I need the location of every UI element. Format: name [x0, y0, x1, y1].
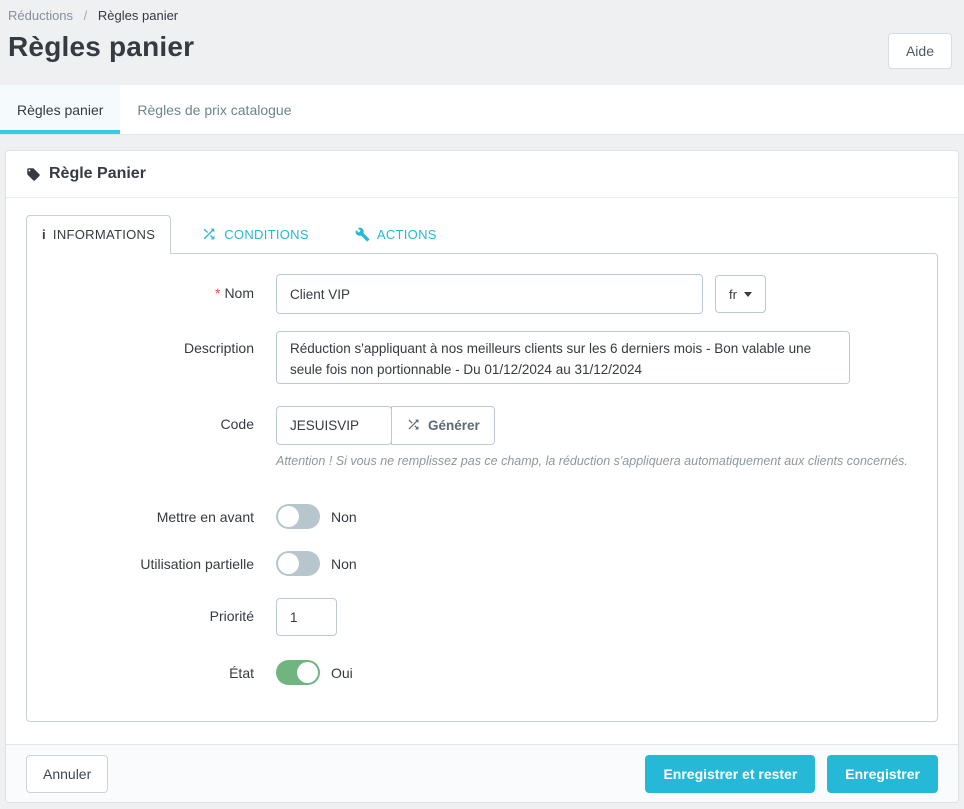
- save-and-stay-button[interactable]: Enregistrer et rester: [645, 754, 816, 793]
- generate-shuffle-icon: [406, 417, 421, 435]
- caret-down-icon: [743, 291, 752, 297]
- card-header: Règle Panier: [6, 151, 958, 198]
- highlight-label: Mettre en avant: [156, 508, 254, 525]
- highlight-state: Non: [331, 508, 357, 525]
- form-tab-actions-label: ACTIONS: [376, 227, 437, 242]
- language-dropdown[interactable]: fr: [715, 275, 766, 313]
- panel-title: Règle Panier: [49, 165, 146, 182]
- page-header: Réductions / Règles panier Règles panier…: [0, 0, 964, 69]
- status-label: État: [229, 664, 254, 681]
- info-icon: i: [42, 227, 46, 242]
- description-label: Description: [183, 340, 254, 356]
- status-state: Oui: [331, 664, 353, 681]
- name-label: * Nom: [214, 285, 254, 301]
- form-tab-informations[interactable]: i INFORMATIONS: [26, 215, 172, 254]
- save-button[interactable]: Enregistrer: [827, 754, 938, 793]
- tab-regles-prix-catalogue[interactable]: Règles de prix catalogue: [120, 85, 308, 134]
- form-tab-conditions-label: CONDITIONS: [224, 226, 309, 242]
- shuffle-icon: [201, 226, 217, 242]
- partial-use-state: Non: [331, 555, 357, 572]
- card-footer: Annuler Enregistrer et rester Enregistre…: [6, 744, 958, 802]
- tab-regles-prix-catalogue-label: Règles de prix catalogue: [137, 101, 292, 118]
- page-tab-bar: Règles panier Règles de prix catalogue: [0, 85, 964, 135]
- form-tab-bar: i INFORMATIONS CONDITIONS ACTIONS: [26, 214, 938, 254]
- code-label: Code: [220, 416, 254, 432]
- breadcrumb-separator: /: [83, 8, 88, 23]
- breadcrumb: Réductions / Règles panier: [8, 8, 952, 23]
- partial-use-label: Utilisation partielle: [140, 555, 254, 572]
- form-tab-conditions[interactable]: CONDITIONS: [185, 214, 325, 253]
- priority-label: Priorité: [209, 608, 254, 624]
- form-tab-actions[interactable]: ACTIONS: [339, 215, 453, 253]
- highlight-toggle[interactable]: [276, 504, 320, 529]
- cart-rule-card: Règle Panier i INFORMATIONS CONDITIONS A…: [5, 150, 959, 803]
- card-body: i INFORMATIONS CONDITIONS ACTIONS *Nom: [6, 198, 958, 744]
- generate-button[interactable]: Générer: [391, 406, 495, 445]
- description-textarea[interactable]: Réduction s'appliquant à nos meilleurs c…: [276, 331, 850, 384]
- priority-input[interactable]: [276, 598, 337, 636]
- status-toggle[interactable]: [276, 660, 320, 685]
- form-tab-informations-label: INFORMATIONS: [52, 227, 156, 242]
- help-button[interactable]: Aide: [887, 33, 952, 69]
- code-input[interactable]: [276, 406, 392, 445]
- breadcrumb-parent[interactable]: Réductions: [8, 8, 73, 23]
- name-input[interactable]: [276, 274, 703, 314]
- code-help-text: Attention ! Si vous ne remplissez pas ce…: [276, 454, 908, 468]
- tag-icon: [26, 167, 41, 182]
- tab-regles-panier[interactable]: Règles panier: [0, 85, 121, 134]
- informations-form: *Nom fr Description Réduction s'appliqua…: [26, 253, 938, 722]
- language-dropdown-label: fr: [729, 286, 737, 302]
- cancel-button[interactable]: Annuler: [26, 754, 109, 793]
- required-asterisk: *: [214, 285, 221, 301]
- generate-button-label: Générer: [428, 418, 480, 433]
- breadcrumb-current: Règles panier: [97, 8, 179, 23]
- partial-use-toggle[interactable]: [276, 551, 320, 576]
- page-title: Règles panier: [8, 31, 195, 62]
- wrench-icon: [355, 227, 370, 242]
- tab-regles-panier-label: Règles panier: [17, 101, 104, 118]
